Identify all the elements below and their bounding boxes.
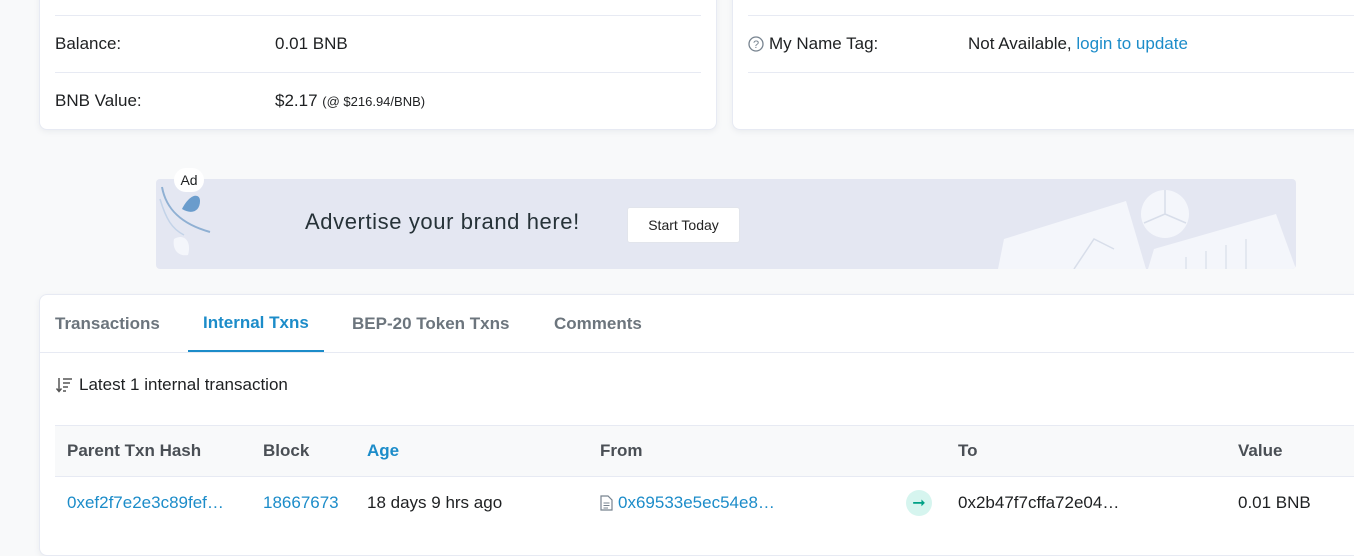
col-from: From [600, 441, 643, 460]
parent-txn-hash-link[interactable]: 0xef2f7e2e3c89fef… [67, 478, 224, 528]
value-amount: 0.01 BNB [1238, 493, 1311, 512]
txn-summary: Latest 1 internal transaction [55, 375, 288, 395]
tab-bep20-token-txns[interactable]: BEP-20 Token Txns [352, 295, 509, 352]
block-link[interactable]: 18667673 [263, 478, 339, 528]
transactions-card: Transactions Internal Txns BEP-20 Token … [39, 294, 1354, 556]
tab-comments[interactable]: Comments [554, 295, 642, 352]
tab-internal-txns[interactable]: Internal Txns [188, 295, 324, 352]
col-age[interactable]: Age [367, 426, 399, 476]
balance-label: Balance: [55, 34, 122, 53]
name-tag-label: My Name Tag: [769, 34, 879, 53]
bnb-value-label: BNB Value: [55, 91, 142, 110]
name-tag-value-wrap: Not Available, login to update [968, 34, 1188, 54]
col-to: To [958, 441, 978, 460]
question-circle-icon[interactable]: ? [748, 36, 764, 52]
start-today-button[interactable]: Start Today [627, 207, 740, 243]
age-value: 18 days 9 hrs ago [367, 493, 503, 512]
bnb-rate: (@ $216.94/BNB) [322, 94, 426, 109]
name-tag-value: Not Available, [968, 34, 1072, 53]
svg-text:?: ? [753, 39, 759, 51]
name-tag-row: ? My Name Tag: Not Available, login to u… [748, 16, 1354, 72]
tab-bar: Transactions Internal Txns BEP-20 Token … [40, 295, 1354, 353]
login-link[interactable]: login to update [1076, 34, 1188, 53]
col-parent-txn-hash: Parent Txn Hash [67, 441, 202, 460]
bnb-value-amount: $2.17 [275, 91, 318, 110]
arrow-right-icon: ➞ [906, 490, 932, 516]
ad-badge: Ad [174, 168, 204, 192]
summary-text: Latest 1 internal transaction [79, 375, 288, 394]
from-address-link[interactable]: 0x69533e5ec54e8… [618, 493, 775, 513]
balance-value: 0.01 BNB [275, 34, 348, 53]
balance-row: Balance: 0.01 BNB [55, 16, 701, 72]
name-tag-label-wrap: ? My Name Tag: [748, 34, 968, 54]
sort-desc-icon [55, 376, 79, 394]
ad-leaf-icon [156, 179, 216, 269]
ad-banner[interactable]: Advertise your brand here! Start Today [156, 179, 1296, 269]
col-block: Block [263, 441, 310, 460]
ad-illustration [996, 179, 1296, 269]
overview-card: Balance: 0.01 BNB BNB Value: $2.17 (@ $2… [39, 0, 717, 130]
more-info-card: ? My Name Tag: Not Available, login to u… [732, 0, 1354, 130]
contract-file-icon [600, 495, 613, 511]
from-cell: 0x69533e5ec54e8… [600, 478, 775, 528]
table-header: Parent Txn Hash Block Age From To Value [55, 425, 1354, 477]
to-address: 0x2b47f7cffa72e04… [958, 493, 1120, 512]
divider [748, 72, 1354, 73]
bnb-value: $2.17 (@ $216.94/BNB) [275, 91, 425, 111]
bnb-value-row: BNB Value: $2.17 (@ $216.94/BNB) [55, 73, 701, 129]
col-value: Value [1238, 441, 1283, 460]
ad-text: Advertise your brand here! [305, 209, 580, 234]
tab-transactions[interactable]: Transactions [55, 295, 160, 352]
